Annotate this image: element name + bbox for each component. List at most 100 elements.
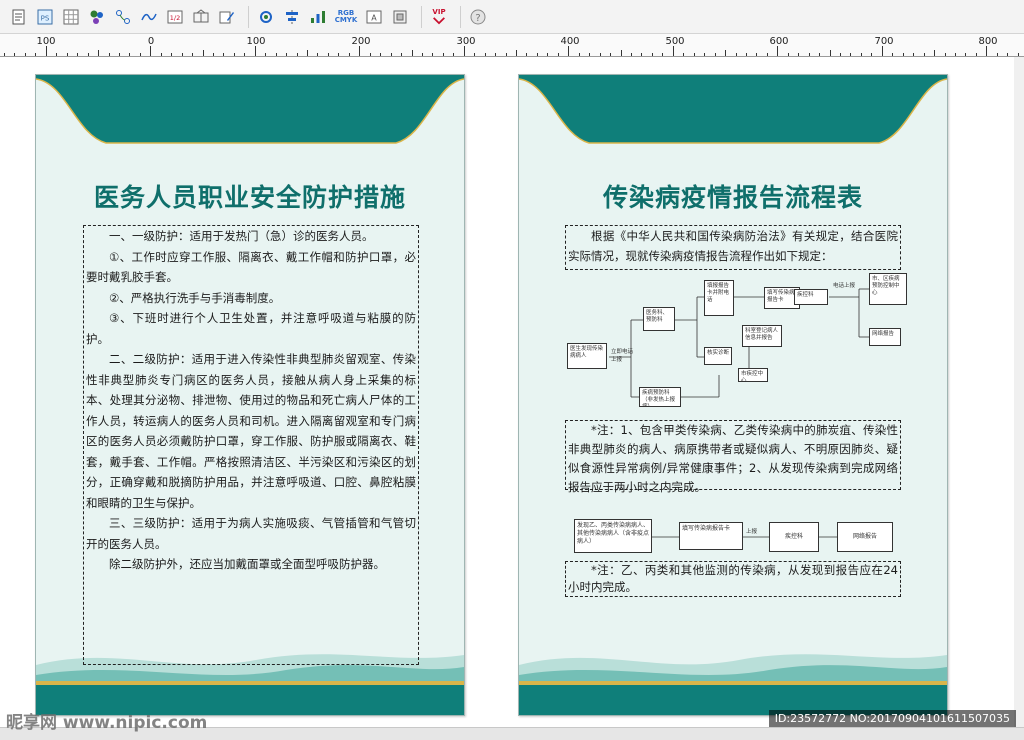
ruler-tick <box>819 53 820 56</box>
ruler-tick <box>537 53 538 56</box>
fc-arrow-start: 立即电话上报 <box>611 349 634 363</box>
page-report-flow[interactable]: 传染病疫情报告流程表 根据《中华人民共和国传染病防治法》有关规定，结合医院实际情… <box>518 74 948 716</box>
ruler-tick <box>140 53 141 56</box>
edit-icon[interactable] <box>216 6 238 28</box>
ruler-tick <box>579 53 580 56</box>
page1-paragraph: 一、一级防护：适用于发热门（急）诊的医务人员。 <box>109 229 374 243</box>
fc2-discover: 发现乙、丙类传染病病人、其他传染病病人（含非疫点病人） <box>574 519 652 553</box>
ruler-tick <box>412 50 413 56</box>
id-watermark: ID:23572772 NO:20170904101611507035 <box>768 710 1016 727</box>
ruler-tick <box>861 53 862 56</box>
distribute-icon[interactable] <box>307 6 329 28</box>
fc-dept: 医务科、预防科 <box>643 307 675 331</box>
ruler-tick <box>788 53 789 56</box>
ruler-tick <box>892 53 893 56</box>
page1-text-box[interactable]: 一、一级防护：适用于发热门（急）诊的医务人员。 ①、工作时应穿工作服、隔离衣、戴工… <box>83 225 419 665</box>
ruler-tick <box>150 46 151 56</box>
page2-note2: *注：乙、丙类和其他监测的传染病，从发现到报告应在24小时内完成。 <box>568 563 898 594</box>
ruler-tick <box>641 53 642 56</box>
ruler-tick <box>56 53 57 56</box>
rgb-cmyk-icon[interactable]: RGB CMYK <box>333 6 359 28</box>
ruler-tick <box>715 53 716 56</box>
ruler-tick <box>234 53 235 56</box>
layer-icon[interactable] <box>389 6 411 28</box>
document-icon[interactable] <box>8 6 30 28</box>
ruler-tick <box>798 53 799 56</box>
page2-note2-box[interactable]: *注：乙、丙类和其他监测的传染病，从发现到报告应在24小时内完成。 <box>565 561 901 597</box>
vip-label: VIP <box>432 7 446 16</box>
fc2-arrow: 上报 <box>746 529 758 535</box>
page2-intro-box[interactable]: 根据《中华人民共和国传染病防治法》有关规定，结合医院实际情况，现就传染病疫情报告… <box>565 225 901 270</box>
ruler-tick <box>4 53 5 56</box>
ruler-tick <box>526 53 527 56</box>
fc2-card: 填写传染病报告卡 <box>679 522 743 550</box>
ruler-tick <box>370 53 371 56</box>
photoshop-icon[interactable]: PS <box>34 6 56 28</box>
text-box-icon[interactable]: A <box>363 6 385 28</box>
fc-final: 市疾控中心 <box>738 368 768 382</box>
ruler-tick <box>945 53 946 56</box>
ruler-tick <box>401 53 402 56</box>
ruler-tick <box>840 53 841 56</box>
ruler-tick <box>746 53 747 56</box>
ruler-tick <box>307 50 308 56</box>
ruler-tick <box>432 53 433 56</box>
fc2-cdc: 疾控科 <box>769 522 819 552</box>
ruler-label: 300 <box>456 36 476 47</box>
ruler-tick <box>98 50 99 56</box>
ruler-tick <box>621 50 622 56</box>
page2-note1-box[interactable]: *注：1、包含甲类传染病、乙类传染病中的肺炭疽、传染性非典型肺炎的病人、病原携带… <box>565 420 901 494</box>
ruler-tick <box>547 53 548 56</box>
ruler-tick <box>46 46 47 56</box>
ruler-tick <box>171 53 172 56</box>
ruler-tick <box>736 53 737 56</box>
ruler-tick <box>359 46 360 56</box>
ruler-label: 500 <box>665 36 685 47</box>
curve-icon[interactable] <box>138 6 160 28</box>
page2-decoration <box>519 75 947 715</box>
ruler-tick <box>255 46 256 56</box>
page-safety-measures[interactable]: 医务人员职业安全防护措施 一、一级防护：适用于发热门（急）诊的医务人员。 ①、工作… <box>35 74 465 716</box>
ruler-tick <box>652 53 653 56</box>
toolbar-separator <box>248 5 249 28</box>
vip-icon[interactable]: VIP <box>428 6 450 28</box>
ruler-tick <box>443 53 444 56</box>
ruler-tick <box>88 53 89 56</box>
ruler-tick <box>673 46 674 56</box>
ruler-tick <box>495 53 496 56</box>
ruler-tick <box>871 53 872 56</box>
ruler-tick <box>192 53 193 56</box>
align-icon[interactable] <box>281 6 303 28</box>
ruler-tick <box>182 53 183 56</box>
ruler-tick <box>25 53 26 56</box>
page2-note1: *注：1、包含甲类传染病、乙类传染病中的肺炭疽、传染性非典型肺炎的病人、病原携带… <box>568 423 898 494</box>
vertical-scrollbar[interactable] <box>1014 57 1024 727</box>
cmyk-label: CMYK <box>334 15 358 24</box>
number-box-icon[interactable]: 1/2 <box>164 6 186 28</box>
color-dots-icon[interactable] <box>86 6 108 28</box>
toolbar-separator <box>460 5 461 28</box>
ruler-tick <box>850 53 851 56</box>
ruler-tick <box>631 53 632 56</box>
ruler-tick <box>683 53 684 56</box>
fc-start: 医生发现传染病病人 <box>567 343 607 369</box>
ruler-tick <box>35 53 36 56</box>
ruler-tick <box>694 53 695 56</box>
ruler-tick <box>213 53 214 56</box>
fc-bottom: 疾病预防科（非发热上报病） <box>639 387 681 407</box>
node-icon[interactable] <box>112 6 134 28</box>
grid-icon[interactable] <box>60 6 82 28</box>
ruler-tick <box>464 46 465 56</box>
ruler-tick <box>67 53 68 56</box>
page1-body: 一、一级防护：适用于发热门（急）诊的医务人员。 ①、工作时应穿工作服、隔离衣、戴工… <box>84 226 418 575</box>
page1-paragraph: ②、严格执行洗手与手消毒制度。 <box>109 290 281 305</box>
horizontal-ruler[interactable]: 100 0 100 200 300 400 500 600 700 800 <box>0 34 1024 57</box>
frame-icon[interactable] <box>190 6 212 28</box>
ruler-tick <box>830 50 831 56</box>
ruler-tick <box>297 53 298 56</box>
ruler-tick <box>265 53 266 56</box>
settings-icon[interactable] <box>255 6 277 28</box>
help-icon[interactable]: ? <box>467 6 489 28</box>
ruler-label: 100 <box>246 36 266 47</box>
ruler-tick <box>380 53 381 56</box>
